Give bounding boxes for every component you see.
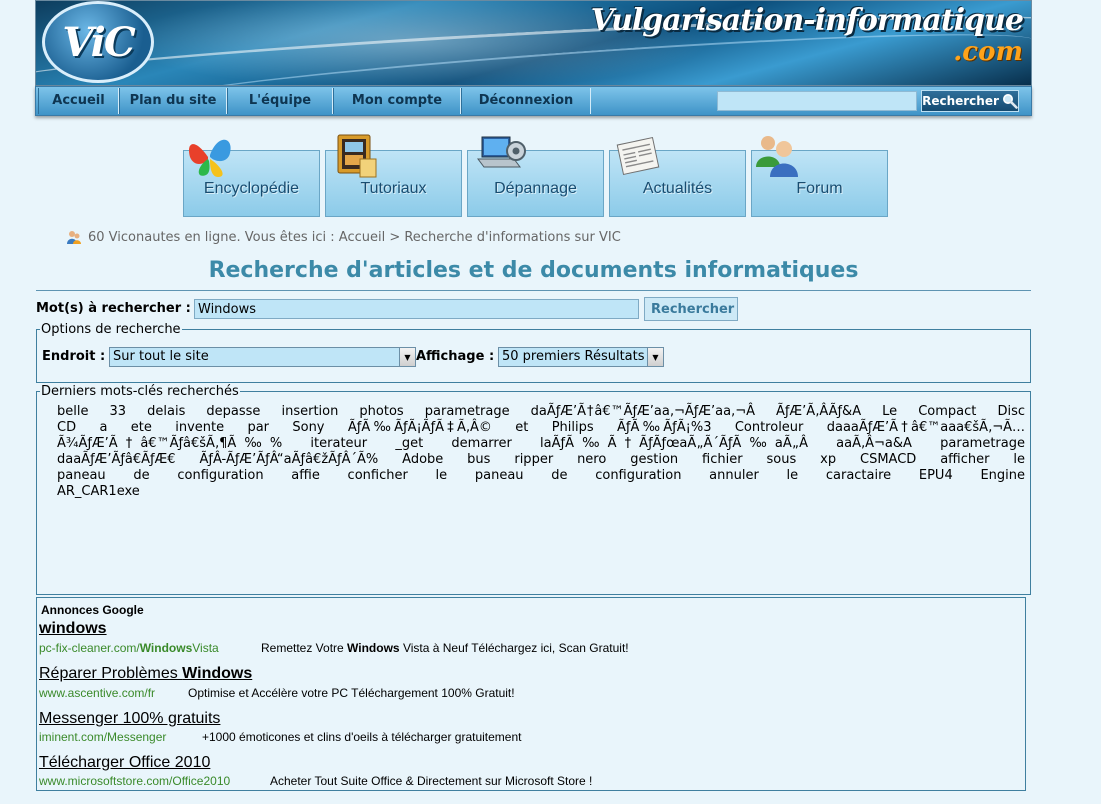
ad-description: +1000 émoticones et clins d'oeils à télé… — [202, 730, 522, 744]
nav-search-button[interactable]: Rechercher — [921, 90, 1019, 112]
ad-title[interactable]: windows — [39, 620, 107, 638]
ad-title-keyword: windows — [39, 620, 107, 637]
ad-description: Optimise et Accélère votre PC Télécharge… — [188, 686, 515, 700]
ad-title-text: Réparer Problèmes — [39, 665, 183, 682]
folder-film-icon — [337, 134, 377, 178]
ad-url-text: Vista — [192, 641, 219, 655]
category-encyclopedie[interactable]: Encyclopédie — [183, 139, 320, 217]
nav-plan-du-site[interactable]: Plan du site — [119, 88, 227, 114]
ad-description: Remettez Votre Windows Vista à Neuf Télé… — [261, 641, 629, 655]
search-submit-button[interactable]: Rechercher — [644, 297, 738, 321]
ad-url-keyword: Windows — [139, 641, 193, 655]
nav-equipe[interactable]: L'équipe — [227, 88, 333, 114]
display-select[interactable]: 50 premiers Résultats ▼ — [498, 347, 664, 367]
category-label: Forum — [796, 180, 843, 197]
main-nav: Accueil Plan du site L'équipe Mon compte… — [35, 86, 1032, 116]
nav-accueil[interactable]: Accueil — [38, 88, 119, 114]
category-label: Encyclopédie — [203, 180, 300, 197]
category-label: Tutoriaux — [360, 180, 427, 197]
butterfly-icon — [188, 139, 231, 177]
title-divider — [36, 290, 1031, 291]
users-icon — [756, 136, 798, 177]
ad-title[interactable]: Réparer Problèmes Windows — [39, 665, 252, 683]
ad-desc-text: Remettez Votre — [261, 641, 348, 655]
site-name[interactable]: Vulgarisation-informatique — [591, 3, 1024, 38]
keyword-input[interactable] — [194, 299, 639, 319]
site-tld: .com — [953, 37, 1023, 67]
nav-deconnexion[interactable]: Déconnexion — [461, 88, 591, 114]
keyword-label: Mot(s) à rechercher : — [36, 301, 191, 316]
recent-keywords-list[interactable]: belle 33 delais depasse insertion photos… — [57, 404, 1025, 500]
recent-keywords-legend: Derniers mots-clés recherchés — [41, 384, 239, 399]
ads-heading: Annonces Google — [41, 603, 144, 617]
category-actualites[interactable]: Actualités — [609, 136, 746, 217]
search-options-legend: Options de recherche — [41, 322, 181, 337]
display-select-value: 50 premiers Résultats — [502, 349, 645, 364]
nav-search-input[interactable] — [717, 91, 917, 111]
laptop-gear-icon — [477, 136, 526, 168]
chevron-down-icon[interactable]: ▼ — [647, 348, 663, 366]
category-label: Dépannage — [494, 180, 577, 197]
location-select-value: Sur tout le site — [113, 349, 209, 364]
ad-desc-text: Vista à Neuf Téléchargez ici, Scan Gratu… — [399, 641, 629, 655]
online-users-icon — [67, 231, 81, 244]
location-select[interactable]: Sur tout le site ▼ — [109, 347, 416, 367]
ad-url[interactable]: www.microsoftstore.com/Office2010 — [39, 774, 230, 788]
category-depannage[interactable]: Dépannage — [467, 136, 604, 217]
chevron-down-icon[interactable]: ▼ — [399, 348, 415, 366]
nav-mon-compte[interactable]: Mon compte — [333, 88, 461, 114]
category-label: Actualités — [642, 180, 713, 197]
page-title: Recherche d'articles et de documents inf… — [208, 258, 859, 283]
ad-url[interactable]: www.ascentive.com/fr — [39, 686, 155, 700]
category-tutoriaux[interactable]: Tutoriaux — [325, 134, 462, 217]
header-banner: ViC Vulgarisation-informatique .com — [35, 0, 1032, 86]
location-label: Endroit : — [42, 349, 106, 364]
ad-description: Acheter Tout Suite Office & Directement … — [270, 774, 593, 788]
display-label: Affichage : — [416, 349, 495, 364]
site-logo[interactable]: ViC — [42, 1, 154, 83]
ad-title[interactable]: Télécharger Office 2010 — [39, 754, 210, 772]
newspaper-icon — [616, 136, 660, 176]
breadcrumb: 60 Viconautes en ligne. Vous êtes ici : … — [66, 229, 621, 245]
ad-url[interactable]: iminent.com/Messenger — [39, 730, 166, 744]
nav-search-button-label: Rechercher — [922, 94, 999, 108]
ad-url[interactable]: pc-fix-cleaner.com/WindowsVista — [39, 641, 219, 655]
ad-title[interactable]: Messenger 100% gratuits — [39, 710, 220, 728]
ad-url-text: pc-fix-cleaner.com/ — [39, 641, 140, 655]
category-forum[interactable]: Forum — [751, 136, 888, 217]
ad-title-keyword: Windows — [182, 665, 253, 682]
ad-desc-keyword: Windows — [347, 641, 400, 655]
breadcrumb-text: 60 Viconautes en ligne. Vous êtes ici : … — [88, 229, 621, 245]
magnifier-icon — [1002, 94, 1018, 109]
